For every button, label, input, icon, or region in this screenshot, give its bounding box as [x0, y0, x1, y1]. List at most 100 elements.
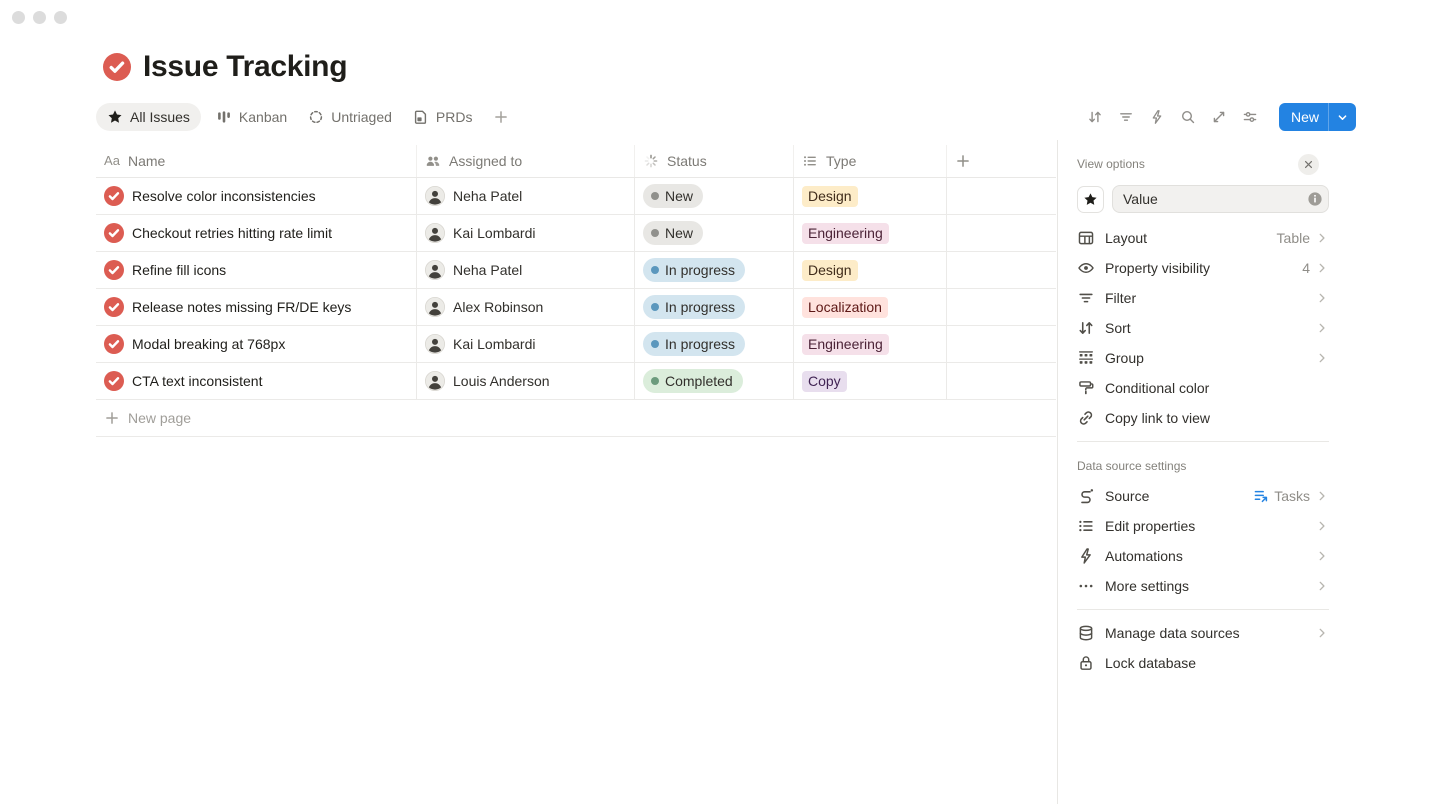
- sliders-button[interactable]: [1241, 108, 1259, 126]
- name-cell[interactable]: Modal breaking at 768px: [96, 326, 417, 362]
- assignee-cell[interactable]: Neha Patel: [417, 252, 635, 288]
- name-cell[interactable]: CTA text inconsistent: [96, 363, 417, 399]
- type-tag[interactable]: Copy: [802, 371, 847, 392]
- panel-item-label: Automations: [1105, 548, 1310, 564]
- add-view-button[interactable]: [487, 103, 515, 131]
- status-cell[interactable]: In progress: [635, 252, 794, 288]
- new-page-label: New page: [128, 410, 191, 426]
- expand-button[interactable]: [1210, 108, 1228, 126]
- view-name-input[interactable]: [1112, 185, 1329, 213]
- table-row[interactable]: CTA text inconsistentLouis Anderson Compl…: [96, 363, 1056, 400]
- column-header-name[interactable]: AaName: [96, 145, 417, 177]
- source-icon: [1077, 487, 1095, 505]
- type-tag[interactable]: Design: [802, 260, 858, 281]
- column-header-add[interactable]: [947, 145, 1056, 177]
- type-cell[interactable]: Engineering: [794, 326, 947, 362]
- issue-title: Resolve color inconsistencies: [132, 188, 316, 204]
- type-tag[interactable]: Localization: [802, 297, 888, 318]
- type-cell[interactable]: Engineering: [794, 215, 947, 251]
- panel-item-manage-data-sources[interactable]: Manage data sources: [1077, 618, 1329, 648]
- status-badge[interactable]: New: [643, 184, 703, 208]
- panel-item-label: Group: [1105, 350, 1310, 366]
- status-dot: [651, 340, 659, 348]
- name-cell[interactable]: Release notes missing FR/DE keys: [96, 289, 417, 325]
- tab-prds[interactable]: PRDs: [407, 103, 479, 131]
- sort-button[interactable]: [1086, 108, 1104, 126]
- panel-item-value-text: 4: [1302, 260, 1310, 276]
- panel-item-edit-properties[interactable]: Edit properties: [1077, 511, 1329, 541]
- column-header-type[interactable]: Type: [794, 145, 947, 177]
- panel-item-conditional-color[interactable]: Conditional color: [1077, 373, 1329, 403]
- view-toolbar: New: [1086, 103, 1356, 131]
- panel-item-sort[interactable]: Sort: [1077, 313, 1329, 343]
- name-cell[interactable]: Checkout retries hitting rate limit: [96, 215, 417, 251]
- close-button[interactable]: [1298, 154, 1319, 175]
- status-cell[interactable]: In progress: [635, 289, 794, 325]
- assignee-cell[interactable]: Neha Patel: [417, 178, 635, 214]
- table-row[interactable]: Resolve color inconsistencies Neha Patel N…: [96, 178, 1056, 215]
- new-page-row[interactable]: New page: [96, 400, 1056, 437]
- panel-item-source[interactable]: SourceTasks: [1077, 481, 1329, 511]
- type-cell[interactable]: Localization: [794, 289, 947, 325]
- search-button[interactable]: [1179, 108, 1197, 126]
- window-dot[interactable]: [33, 11, 46, 24]
- avatar-icon: [425, 371, 445, 391]
- info-icon[interactable]: [1307, 191, 1323, 207]
- panel-item-filter[interactable]: Filter: [1077, 283, 1329, 313]
- status-cell[interactable]: New: [635, 178, 794, 214]
- favorite-star-button[interactable]: [1077, 186, 1104, 213]
- column-header-status[interactable]: Status: [635, 145, 794, 177]
- table-row[interactable]: Refine fill iconsNeha Patel In progress De…: [96, 252, 1056, 289]
- new-button-dropdown[interactable]: [1328, 103, 1356, 131]
- status-badge[interactable]: In progress: [643, 258, 745, 282]
- type-tag[interactable]: Design: [802, 186, 858, 207]
- empty-cell: [947, 289, 1056, 325]
- type-cell[interactable]: Design: [794, 178, 947, 214]
- window-dot[interactable]: [54, 11, 67, 24]
- table-row[interactable]: Release notes missing FR/DE keysAlex Rob…: [96, 289, 1056, 326]
- new-button[interactable]: New: [1279, 103, 1356, 131]
- status-badge[interactable]: In progress: [643, 332, 745, 356]
- column-label: Name: [128, 153, 165, 169]
- assignee-cell[interactable]: Kai Lombardi: [417, 215, 635, 251]
- issue-title: Modal breaking at 768px: [132, 336, 285, 352]
- tab-all-issues[interactable]: All Issues: [96, 103, 201, 131]
- status-cell[interactable]: New: [635, 215, 794, 251]
- assignee-cell[interactable]: Louis Anderson: [417, 363, 635, 399]
- status-badge[interactable]: In progress: [643, 295, 745, 319]
- chevron-right-icon: [1315, 321, 1329, 335]
- type-cell[interactable]: Copy: [794, 363, 947, 399]
- panel-item-more-settings[interactable]: More settings: [1077, 571, 1329, 601]
- panel-item-property-visibility[interactable]: Property visibility4: [1077, 253, 1329, 283]
- column-header-assigned-to[interactable]: Assigned to: [417, 145, 635, 177]
- doc-icon: [413, 109, 429, 125]
- panel-item-layout[interactable]: LayoutTable: [1077, 223, 1329, 253]
- panel-item-group[interactable]: Group: [1077, 343, 1329, 373]
- tab-kanban[interactable]: Kanban: [210, 103, 293, 131]
- assignee-cell[interactable]: Alex Robinson: [417, 289, 635, 325]
- page-check-circle-icon: [103, 53, 131, 81]
- assignee-cell[interactable]: Kai Lombardi: [417, 326, 635, 362]
- type-tag[interactable]: Engineering: [802, 334, 889, 355]
- table-row[interactable]: Modal breaking at 768px Kai Lombardi In pr…: [96, 326, 1056, 363]
- status-badge[interactable]: Completed: [643, 369, 743, 393]
- tab-untriaged[interactable]: Untriaged: [302, 103, 398, 131]
- type-cell[interactable]: Design: [794, 252, 947, 288]
- status-cell[interactable]: Completed: [635, 363, 794, 399]
- bolt-button[interactable]: [1148, 108, 1166, 126]
- panel-item-copy-link-to-view[interactable]: Copy link to view: [1077, 403, 1329, 433]
- window-dot[interactable]: [12, 11, 25, 24]
- panel-item-automations[interactable]: Automations: [1077, 541, 1329, 571]
- status-badge[interactable]: New: [643, 221, 703, 245]
- name-cell[interactable]: Resolve color inconsistencies: [96, 178, 417, 214]
- view-options-content: View options LayoutTableProperty visibil…: [1077, 153, 1329, 678]
- avatar-icon: [425, 297, 445, 317]
- table-row[interactable]: Checkout retries hitting rate limitKai L…: [96, 215, 1056, 252]
- panel-item-lock-database[interactable]: Lock database: [1077, 648, 1329, 678]
- type-tag[interactable]: Engineering: [802, 223, 889, 244]
- filter-button[interactable]: [1117, 108, 1135, 126]
- status-cell[interactable]: In progress: [635, 326, 794, 362]
- chevron-right-icon: [1315, 261, 1329, 275]
- name-cell[interactable]: Refine fill icons: [96, 252, 417, 288]
- new-button-label[interactable]: New: [1279, 103, 1328, 131]
